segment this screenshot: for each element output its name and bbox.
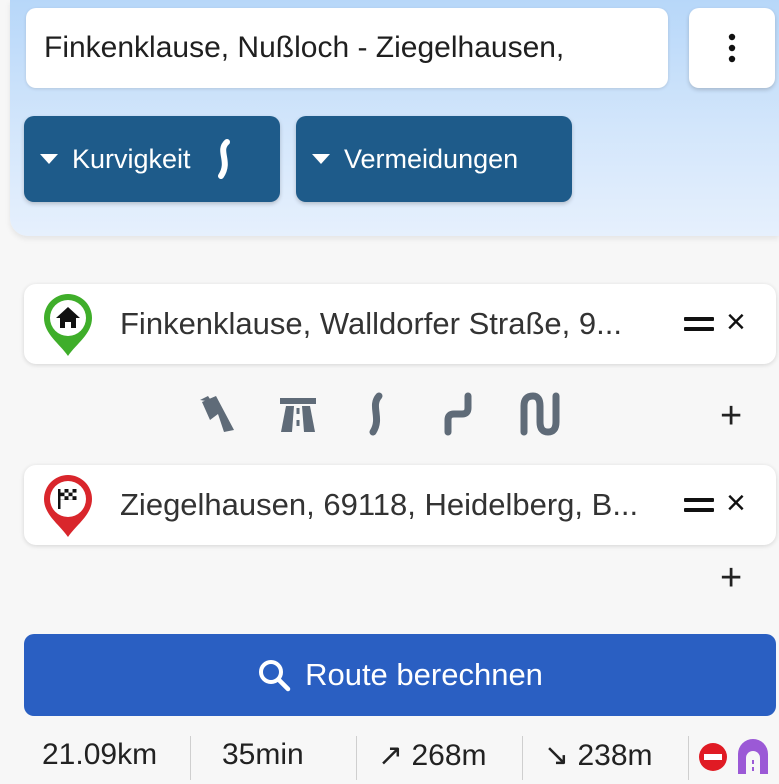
drag-handle-icon[interactable]: [682, 489, 718, 519]
no-entry-icon[interactable]: [698, 742, 728, 772]
divider: [522, 736, 523, 780]
more-options-button[interactable]: [689, 8, 775, 88]
slight-curve-icon[interactable]: [362, 392, 390, 436]
add-waypoint-button[interactable]: +: [720, 558, 742, 598]
curvy-icon[interactable]: [440, 392, 476, 436]
waypoint-start[interactable]: Finkenklause, Walldorfer Straße, 9... ×: [24, 284, 776, 364]
calculate-route-button[interactable]: Route berechnen: [24, 634, 776, 716]
add-waypoint-button[interactable]: +: [720, 396, 742, 436]
divider: [688, 736, 689, 780]
waypoint-destination[interactable]: Ziegelhausen, 69118, Heidelberg, B... ×: [24, 465, 776, 545]
search-box[interactable]: [26, 8, 668, 88]
search-icon: [259, 660, 291, 692]
very-curvy-icon[interactable]: [518, 392, 562, 436]
divider: [190, 736, 191, 780]
curviness-dropdown-button[interactable]: Kurvigkeit: [24, 116, 280, 202]
home-pin-icon: [44, 294, 92, 356]
finish-flag-pin-icon: [44, 475, 92, 537]
remove-waypoint-button[interactable]: ×: [726, 479, 746, 527]
distance-value: 21.09km: [42, 738, 158, 771]
drag-handle-icon[interactable]: [682, 308, 718, 338]
divider: [356, 736, 357, 780]
ascent-value: ↗ 268m: [378, 739, 487, 772]
curviness-label: Kurvigkeit: [72, 143, 191, 174]
avoidances-label: Vermeidungen: [344, 143, 519, 174]
route-stats: 21.09km 35min ↗ 268m ↘ 238m: [0, 730, 779, 784]
duration-value: 35min: [222, 738, 304, 771]
start-label: Finkenklause, Walldorfer Straße, 9...: [120, 306, 622, 341]
avoidances-dropdown-button[interactable]: Vermeidungen: [296, 116, 572, 202]
road-type-selector: [0, 392, 779, 442]
destination-label: Ziegelhausen, 69118, Heidelberg, B...: [120, 487, 639, 522]
descent-value: ↘ 238m: [544, 739, 653, 772]
curve-icon: [217, 139, 230, 179]
fastest-route-icon[interactable]: [198, 392, 238, 436]
motorway-icon[interactable]: [278, 392, 318, 436]
caret-down-icon: [40, 154, 58, 164]
search-input[interactable]: [42, 30, 668, 66]
calculate-route-label: Route berechnen: [305, 657, 543, 692]
more-vert-icon: [728, 33, 736, 63]
tunnel-icon[interactable]: [736, 738, 770, 774]
remove-waypoint-button[interactable]: ×: [726, 298, 746, 346]
caret-down-icon: [312, 154, 330, 164]
